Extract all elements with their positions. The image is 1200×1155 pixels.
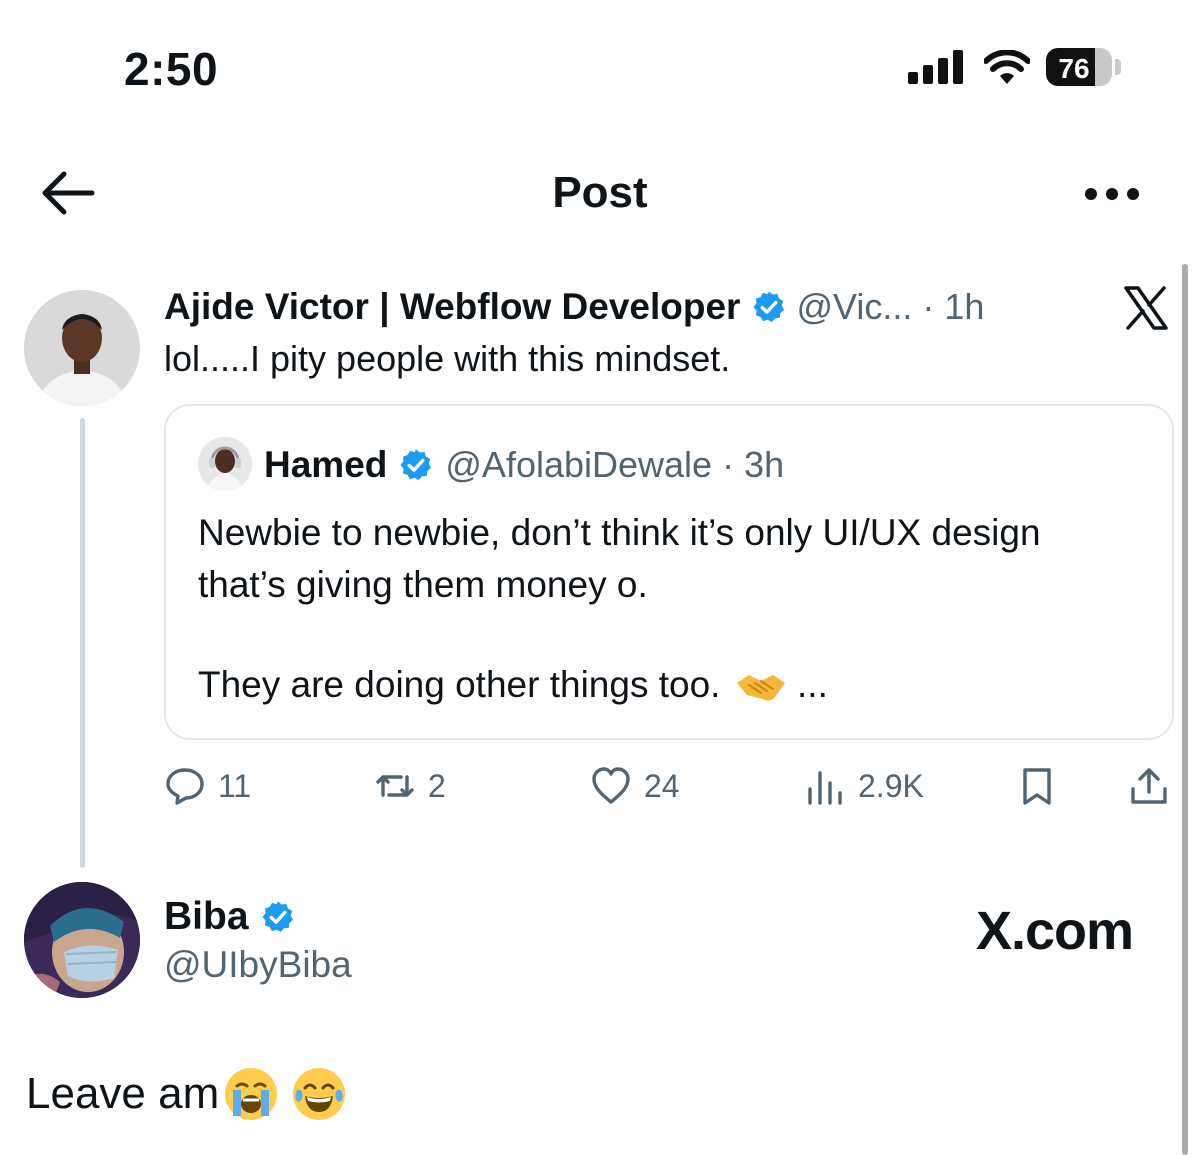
battery-icon: 76 [1046,48,1112,86]
quote-text-content: They are doing other things too. [198,664,721,705]
like-count: 24 [644,767,680,804]
reply-icon [166,768,204,805]
bookmark-icon [1023,768,1051,805]
status-time: 2:50 [124,43,219,95]
battery-level: 76 [1058,53,1090,84]
laughing-emoji [293,1068,346,1120]
handshake-emoji [736,675,785,701]
reply-user-name-row: Biba [164,894,295,940]
quote-handle-time: @AfolabiDewale · 3h [445,444,785,485]
author-name[interactable]: Ajide Victor | Webflow Developer [164,286,740,328]
tweet-author: Ajide Victor | Webflow Developer @Vic...… [164,284,984,330]
repost-icon [376,775,414,797]
more-icon[interactable] [1084,184,1140,204]
quote-text-line: that’s giving them money o. [198,564,648,605]
views-count: 2.9K [858,767,924,804]
crying-emoji [225,1068,278,1120]
reply-user-handle: @UIbyBiba [164,944,352,985]
reply-count: 11 [218,767,252,804]
reply-button[interactable]: 11 [164,764,251,808]
tweet-text: lol.....I pity people with this mindset. [164,338,731,379]
quote-text-line: They are doing other things too. ... [198,664,828,706]
verified-icon [400,449,432,481]
views-icon [808,771,842,805]
repost-button[interactable]: 2 [374,764,446,808]
verified-icon [753,291,785,323]
quote-text-line: Newbie to newbie, don’t think it’s only … [198,512,1041,553]
scrollbar[interactable] [1182,264,1188,1155]
quote-author: Hamed @AfolabiDewale · 3h [264,442,784,488]
verified-icon [261,901,293,933]
thread-line [80,418,85,868]
like-icon [592,767,630,804]
quote-ellipsis: ... [797,664,828,705]
like-button[interactable]: 24 [590,764,680,808]
avatar[interactable] [24,882,140,998]
reply-user-name[interactable]: Biba [164,895,249,939]
x-logo-icon [1124,286,1168,330]
quote-avatar [198,437,252,491]
wifi-icon [984,50,1030,84]
author-handle-time: @Vic... · 1h [796,286,985,327]
share-icon [1131,768,1167,804]
share-button[interactable] [1128,764,1170,808]
quote-author-name: Hamed [264,444,388,485]
page-title: Post [552,168,648,217]
avatar[interactable] [24,290,140,406]
reply-text-content: Leave am [26,1069,220,1118]
repost-count: 2 [428,767,446,804]
signal-icon [908,50,963,84]
reply-text: Leave am [26,1068,346,1120]
xcom-watermark: X.com [976,901,1134,961]
battery-cap [1115,59,1121,75]
bookmark-button[interactable] [1016,764,1058,808]
views-button[interactable]: 2.9K [804,764,924,808]
